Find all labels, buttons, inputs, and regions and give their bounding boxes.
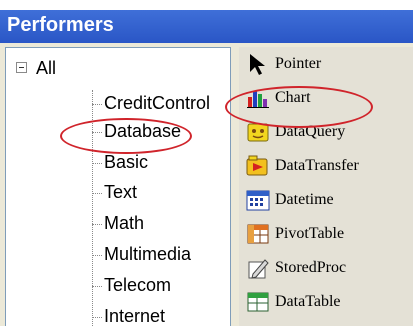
tree-item-multimedia[interactable]: Multimedia: [92, 243, 230, 271]
tool-item-pivottable[interactable]: PivotTable: [245, 219, 413, 251]
tree-item-label: CreditControl: [104, 93, 211, 113]
tool-item-label: Pointer: [275, 55, 322, 72]
pivottable-icon: [247, 224, 269, 244]
datetime-icon: [246, 190, 270, 211]
tree-branch-line: [92, 317, 102, 318]
tree-item-database[interactable]: Database: [92, 120, 230, 148]
tool-item-datatransfer[interactable]: DataTransfer: [245, 151, 413, 183]
title-bar: Performers: [0, 10, 413, 43]
tree-item-label: Database: [104, 121, 182, 141]
tree-item-label: Math: [104, 213, 145, 233]
tree-item-label: Basic: [104, 152, 149, 172]
tool-item-label: PivotTable: [275, 225, 345, 242]
category-tree[interactable]: All CreditControl Database Basic Text Ma…: [5, 47, 231, 326]
tree-branch-line: [92, 286, 102, 287]
tree-branch-line: [92, 163, 102, 164]
tree-item-label: Multimedia: [104, 244, 192, 264]
tree-item-internet[interactable]: Internet: [92, 305, 230, 326]
datatable-icon: [247, 292, 269, 312]
tool-item-datatable[interactable]: DataTable: [245, 287, 413, 319]
tree-item-label: Text: [104, 182, 138, 202]
tool-item-label: Datetime: [275, 191, 334, 208]
tree-item-label: Telecom: [104, 275, 172, 295]
window-title: Performers: [7, 14, 114, 36]
dataquery-icon: [247, 123, 269, 142]
tree-branch-line: [92, 132, 102, 133]
tree-item-label: Internet: [104, 306, 166, 326]
tree-item-creditcontrol[interactable]: CreditControl: [92, 92, 230, 120]
chart-icon: [247, 91, 269, 108]
window-frame: All CreditControl Database Basic Text Ma…: [0, 43, 413, 326]
tool-item-dataquery[interactable]: DataQuery: [245, 117, 413, 149]
tree-branch-line: [92, 193, 102, 194]
tool-item-label: Chart: [275, 89, 311, 106]
tool-item-label: StoredProc: [275, 259, 347, 276]
tool-item-pointer[interactable]: Pointer: [245, 49, 413, 81]
tree-branch-line: [92, 104, 102, 105]
performer-toolbox[interactable]: Pointer Chart DataQuery DataTransfer Dat…: [239, 47, 413, 326]
tree-branch-line: [92, 255, 102, 256]
tree-item-basic[interactable]: Basic: [92, 151, 230, 179]
storedproc-icon: [248, 259, 269, 279]
pointer-icon: [250, 54, 265, 75]
tool-item-chart[interactable]: Chart: [245, 83, 413, 115]
tool-item-storedproc[interactable]: StoredProc: [245, 253, 413, 285]
collapse-icon[interactable]: [16, 62, 27, 73]
datatransfer-icon: [246, 155, 268, 176]
tree-item-text[interactable]: Text: [92, 181, 230, 209]
tree-branch-line: [92, 224, 102, 225]
tool-item-label: DataTransfer: [275, 157, 359, 174]
tree-root-label: All: [36, 58, 57, 78]
tree-item-math[interactable]: Math: [92, 212, 230, 240]
top-strip: [0, 0, 413, 10]
tool-item-label: DataQuery: [275, 123, 346, 140]
tool-item-datetime[interactable]: Datetime: [245, 185, 413, 217]
tool-item-label: DataTable: [275, 293, 341, 310]
tree-item-telecom[interactable]: Telecom: [92, 274, 230, 302]
